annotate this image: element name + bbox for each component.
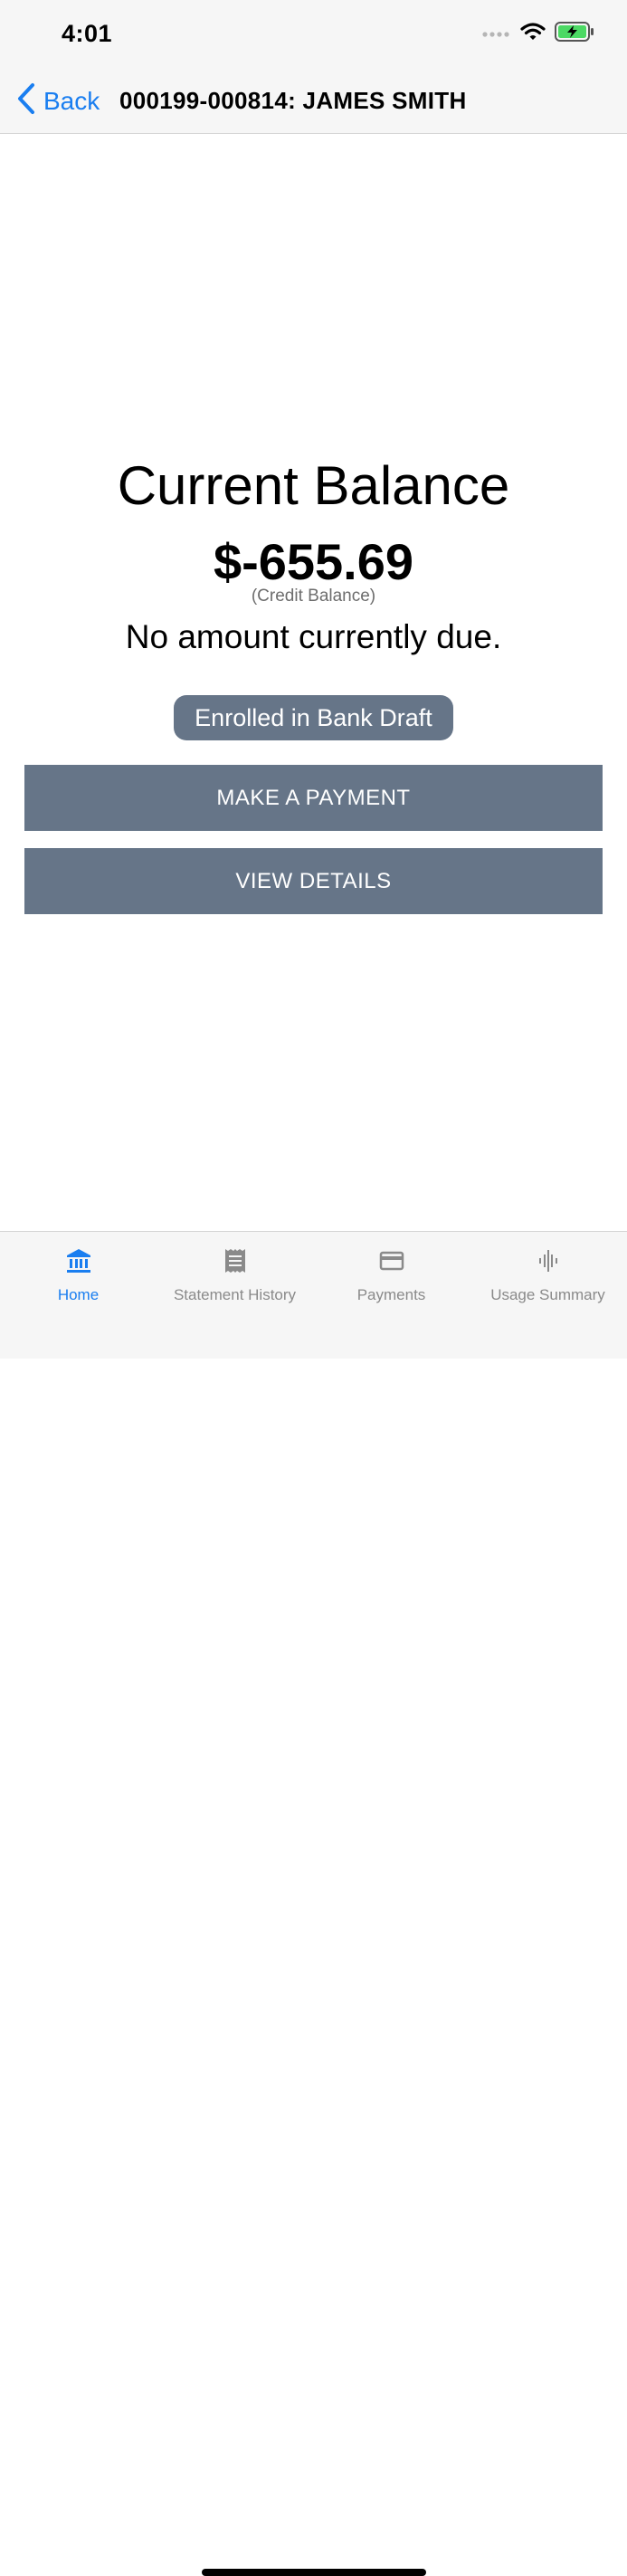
chevron-left-icon	[16, 82, 43, 121]
home-indicator	[202, 2569, 426, 2576]
tab-label: Statement History	[173, 1286, 297, 1303]
balance-amount: $-655.69	[213, 533, 414, 590]
credit-card-icon	[313, 1248, 470, 1274]
view-details-button[interactable]: VIEW DETAILS	[24, 848, 603, 914]
page-title: 000199-000814: JAMES SMITH	[119, 87, 467, 114]
tab-bar: Home Statement History Payments Usage Su…	[0, 1231, 627, 2576]
tab-label: Home	[57, 1286, 100, 1303]
tab-statement-history[interactable]: Statement History	[157, 1232, 313, 1313]
tab-label: Usage Summary	[490, 1286, 605, 1303]
wifi-icon	[520, 22, 546, 46]
bank-draft-badge: Enrolled in Bank Draft	[174, 695, 453, 740]
tab-payments[interactable]: Payments	[313, 1232, 470, 1313]
status-bar: 4:01	[0, 0, 627, 69]
status-icons	[482, 22, 594, 46]
credit-balance-note: (Credit Balance)	[251, 587, 376, 606]
balance-title: Current Balance	[117, 455, 510, 516]
back-button[interactable]: Back	[16, 82, 100, 121]
navigation-bar: Back 000199-000814: JAMES SMITH	[0, 69, 627, 134]
battery-charging-icon	[555, 22, 594, 46]
make-payment-button[interactable]: MAKE A PAYMENT	[24, 765, 603, 831]
status-time: 4:01	[62, 20, 113, 47]
waveform-icon	[470, 1248, 626, 1274]
bank-icon	[0, 1248, 157, 1274]
tab-label: Payments	[356, 1286, 426, 1303]
tab-usage-summary[interactable]: Usage Summary	[470, 1232, 626, 1313]
back-label: Back	[43, 87, 100, 115]
cellular-signal-icon	[482, 26, 511, 43]
tab-home[interactable]: Home	[0, 1232, 157, 1313]
amount-due-text: No amount currently due.	[125, 618, 502, 655]
receipt-icon	[157, 1248, 313, 1274]
